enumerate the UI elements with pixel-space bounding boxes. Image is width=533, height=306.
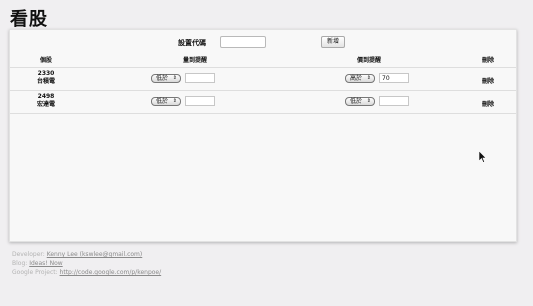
qty-threshold-input[interactable] <box>185 96 215 106</box>
price-condition-value: 低於 <box>350 98 363 105</box>
price-threshold-input[interactable] <box>379 96 409 106</box>
stock-name: 台積電 <box>36 78 55 85</box>
page-title: 看股 <box>10 9 48 30</box>
add-stock-button[interactable]: 新增 <box>321 36 345 48</box>
qty-condition-value: 低於 <box>156 98 169 105</box>
header-price-alert: 價到提醒 <box>357 57 382 64</box>
header-qty-alert: 量到提醒 <box>183 57 208 64</box>
footer-developer: Developer: Kenny Lee (kswlee@gmail.com) <box>12 250 161 259</box>
price-condition-select[interactable]: 低於 ⇕ <box>345 97 375 106</box>
qty-condition-select[interactable]: 低於 ⇕ <box>151 97 181 106</box>
qty-condition-select[interactable]: 低於 ⇕ <box>151 74 181 83</box>
stock-panel: 設置代碼 新增 個股 量到提醒 價到提醒 刪除 2330 台積電 低於 ⇕ 高於… <box>9 29 517 242</box>
blog-link[interactable]: Ideas! Now <box>29 260 62 267</box>
updown-chevron-icon: ⇕ <box>366 75 371 81</box>
table-row: 2498 宏達電 低於 ⇕ 低於 ⇕ 刪除 <box>10 90 516 114</box>
footer-project: Google Project: http://code.google.com/p… <box>12 268 161 277</box>
qty-threshold-input[interactable] <box>185 73 215 83</box>
table-row: 2330 台積電 低於 ⇕ 高於 ⇕ 70 刪除 <box>10 67 516 90</box>
footer-developer-label: Developer: <box>12 251 45 258</box>
developer-link[interactable]: Kenny Lee (kswlee@gmail.com) <box>47 251 143 258</box>
price-threshold-input[interactable]: 70 <box>379 73 409 83</box>
stock-cell: 2498 宏達電 <box>26 93 66 109</box>
stock-code-input[interactable] <box>220 36 266 48</box>
footer-blog: Blog: Ideas! Now <box>12 259 161 268</box>
updown-chevron-icon: ⇕ <box>172 98 177 104</box>
stock-code: 2498 <box>37 93 55 100</box>
header-stock: 個股 <box>40 57 53 64</box>
project-link[interactable]: http://code.google.com/p/kenpoe/ <box>60 269 162 276</box>
footer-project-label: Google Project: <box>12 269 58 276</box>
updown-chevron-icon: ⇕ <box>366 98 371 104</box>
delete-link[interactable]: 刪除 <box>482 99 494 108</box>
delete-link[interactable]: 刪除 <box>482 76 494 85</box>
footer: Developer: Kenny Lee (kswlee@gmail.com) … <box>12 250 161 277</box>
mouse-pointer-icon <box>479 151 487 163</box>
add-stock-bar: 設置代碼 新增 <box>10 35 516 51</box>
qty-condition-value: 低於 <box>156 75 169 82</box>
price-condition-select[interactable]: 高於 ⇕ <box>345 74 375 83</box>
header-delete: 刪除 <box>482 57 495 64</box>
stock-cell: 2330 台積電 <box>26 70 66 86</box>
table-header: 個股 量到提醒 價到提醒 刪除 <box>10 53 516 65</box>
stock-name: 宏達電 <box>36 101 55 108</box>
add-code-label: 設置代碼 <box>178 39 206 47</box>
updown-chevron-icon: ⇕ <box>172 75 177 81</box>
stock-code: 2330 <box>37 70 55 77</box>
footer-blog-label: Blog: <box>12 260 28 267</box>
price-condition-value: 高於 <box>350 75 363 82</box>
